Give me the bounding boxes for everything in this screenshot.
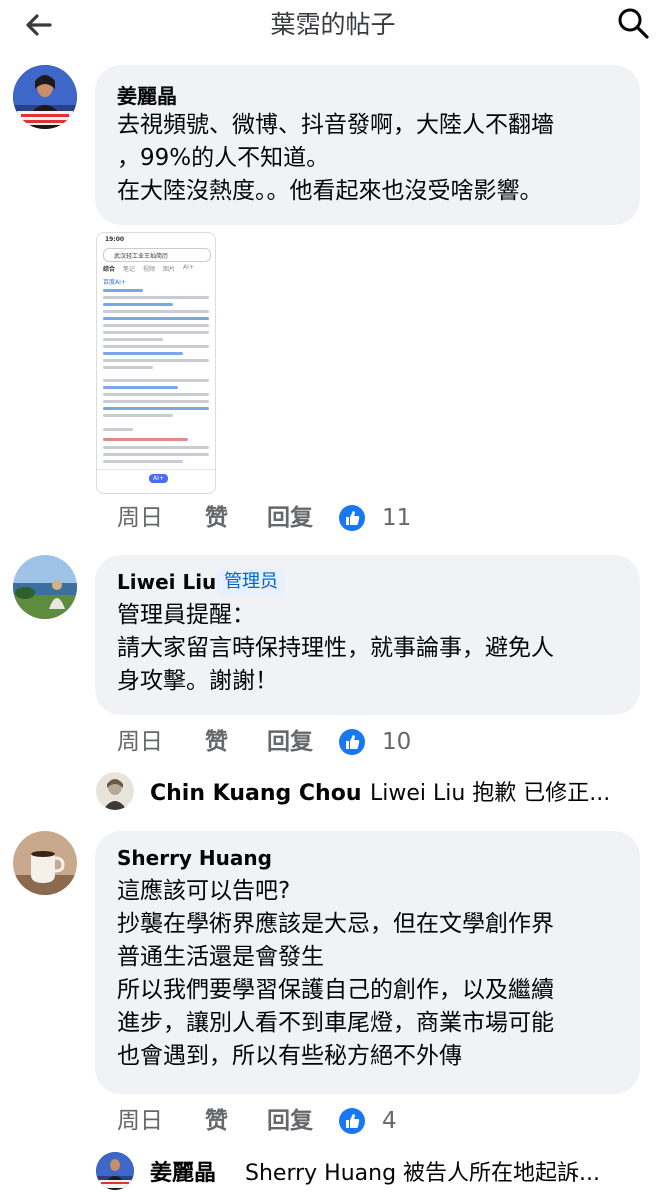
comment-actions: 周日 赞 回复 11 <box>117 500 537 536</box>
comment-line: 也會遇到，所以有些秘方絕不外傳 <box>117 1043 462 1069</box>
comment-actions: 周日 赞 回复 10 <box>117 724 537 760</box>
comment-time[interactable]: 周日 <box>117 724 163 760</box>
tab-video: 视频 <box>143 266 156 273</box>
comment-author[interactable]: Sherry Huang <box>117 846 272 870</box>
comment-actions: 周日 赞 回复 4 <box>117 1103 537 1139</box>
comment-line: 進步，讓別人看不到車尾燈，商業市場可能 <box>117 1010 554 1036</box>
reply-preview[interactable]: 姜麗晶 Sherry Huang 被告人所在地起訴... <box>150 1154 650 1194</box>
reply-avatar[interactable] <box>96 1152 134 1190</box>
comment-line: 在大陸沒熱度。。他看起來也沒受啥影響。 <box>117 178 543 204</box>
avatar[interactable] <box>13 555 77 619</box>
avatar[interactable] <box>13 65 77 129</box>
like-count: 11 <box>382 505 412 531</box>
reply-button[interactable]: 回复 <box>267 500 313 536</box>
reply-button[interactable]: 回复 <box>267 724 313 760</box>
comment-line: 這應該可以告吧? <box>117 878 291 904</box>
bottom-toolbar: AI+ <box>97 469 215 488</box>
like-button[interactable]: 赞 <box>205 1103 228 1139</box>
avatar[interactable] <box>13 831 77 895</box>
search-icon <box>618 8 649 39</box>
comment-text: 去視頻號、微博、抖音發啊，大陸人不翻墻 ，99%的人不知道。 在大陸沒熱度。。他… <box>117 109 554 208</box>
comment-author[interactable]: 姜麗晶 <box>117 80 177 109</box>
tab-ai: AI+ <box>183 264 194 271</box>
like-button[interactable]: 赞 <box>205 500 228 536</box>
like-count: 4 <box>382 1108 397 1134</box>
tab-all: 综合 <box>103 266 116 273</box>
bottom-ai-button: AI+ <box>149 474 168 483</box>
admin-badge: 管理员 <box>217 569 285 595</box>
status-time: 19:00 <box>105 236 125 243</box>
tab-notes: 笔记 <box>123 266 136 273</box>
like-count: 10 <box>382 729 412 755</box>
comment-line: 去視頻號、微博、抖音發啊，大陸人不翻墻 <box>117 112 554 138</box>
comment-time[interactable]: 周日 <box>117 500 163 536</box>
reply-button[interactable]: 回复 <box>267 1103 313 1139</box>
comment-line: 請大家留言時保持理性，就事論事，避免人 <box>117 635 554 661</box>
like-button[interactable]: 赞 <box>205 724 228 760</box>
reply-preview[interactable]: Chin Kuang Chou Liwei Liu 抱歉 已修正... <box>150 774 650 814</box>
page-title: 葉霑的帖子 <box>270 10 396 39</box>
comment-line: 普通生活還是會發生 <box>117 944 324 970</box>
comment-line: 所以我們要學習保護自己的創作，以及繼續 <box>117 977 554 1003</box>
comment-text: 這應該可以告吧? 抄襲在學術界應該是大忌，但在文學創作界 普通生活還是會發生 所… <box>117 875 554 1073</box>
comment-line: 管理員提醒： <box>117 602 255 628</box>
ai-label: 百度AI+ <box>103 279 126 286</box>
search-query: 武汉轻工业王灿简历 <box>114 253 169 260</box>
search-button[interactable] <box>616 6 650 40</box>
comment-text: 管理員提醒： 請大家留言時保持理性，就事論事，避免人 身攻擊。謝謝！ <box>117 599 554 698</box>
top-bar: 葉霑的帖子 <box>0 0 666 50</box>
thumbs-up-icon[interactable] <box>339 729 365 755</box>
comment-author[interactable]: Liwei Liu <box>117 570 216 594</box>
tab-images: 图片 <box>163 266 176 273</box>
comment-line: 抄襲在學術界應該是大忌，但在文學創作界 <box>117 911 554 937</box>
reply-author[interactable]: 姜麗晶 <box>150 1154 216 1194</box>
search-box: 武汉轻工业王灿简历 <box>103 248 211 262</box>
reply-author[interactable]: Chin Kuang Chou <box>150 774 362 814</box>
attached-screenshot-image[interactable]: 19:00 武汉轻工业王灿简历 综合 笔记 视频 图片 AI+ 百度AI+ AI… <box>96 232 216 494</box>
comment-line: 身攻擊。謝謝！ <box>117 668 278 694</box>
thumbs-up-icon[interactable] <box>339 1108 365 1134</box>
reply-avatar[interactable] <box>96 772 134 810</box>
reply-text: Liwei Liu 抱歉 已修正... <box>370 781 611 806</box>
comment-line: ，99%的人不知道。 <box>117 145 330 171</box>
thumbs-up-icon[interactable] <box>339 505 365 531</box>
comment-time[interactable]: 周日 <box>117 1103 163 1139</box>
reply-text: Sherry Huang 被告人所在地起訴... <box>245 1161 601 1186</box>
